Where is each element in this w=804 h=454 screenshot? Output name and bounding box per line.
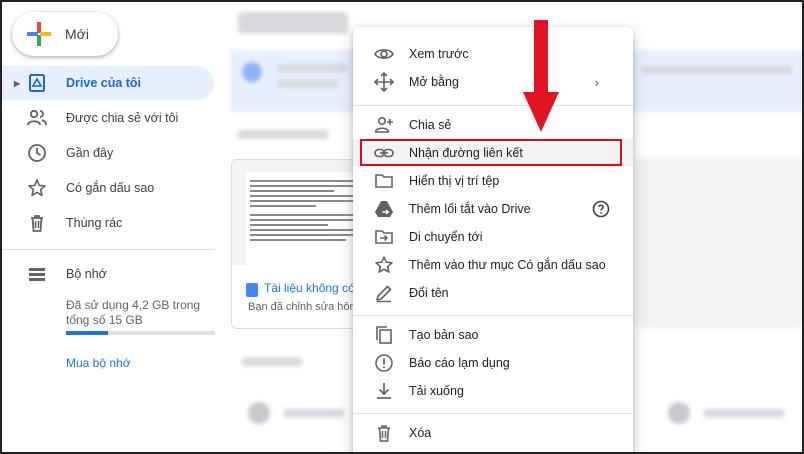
menu-item-show-location[interactable]: Hiển thị vị trí tệp bbox=[353, 167, 633, 195]
menu-item-label: Hiển thị vị trí tệp bbox=[409, 174, 500, 188]
sidebar-item-label: Gần đây bbox=[66, 146, 114, 160]
sidebar-item-label: Drive của tôi bbox=[66, 76, 142, 90]
menu-item-preview[interactable]: Xem trước bbox=[353, 40, 633, 68]
row-icon-blurred bbox=[248, 402, 270, 424]
banner-icon-blurred bbox=[242, 62, 262, 82]
folder-icon bbox=[373, 170, 395, 192]
menu-item-share[interactable]: Chia sẻ bbox=[353, 111, 633, 139]
menu-item-label: Báo cáo lạm dụng bbox=[409, 356, 510, 370]
menu-item-open-with[interactable]: Mở bằng › bbox=[353, 68, 633, 96]
drive-icon bbox=[26, 72, 48, 94]
banner-text-blurred bbox=[278, 80, 338, 88]
menu-item-delete[interactable]: Xóa bbox=[353, 419, 633, 447]
screenshot-frame: Tài liệu không có Bạn đã chỉnh sửa hôm M… bbox=[0, 0, 804, 454]
row-text-blurred bbox=[704, 409, 784, 418]
menu-item-label: Đổi tên bbox=[409, 286, 449, 300]
buy-storage-link[interactable]: Mua bộ nhớ bbox=[66, 356, 131, 370]
file-title: Tài liệu không có bbox=[264, 281, 355, 295]
banner-text-blurred bbox=[642, 66, 792, 74]
storage-progress-bar bbox=[66, 331, 215, 335]
menu-divider bbox=[353, 105, 633, 106]
sidebar-item-storage[interactable]: Bộ nhớ bbox=[2, 257, 214, 291]
sidebar-item-recent[interactable]: Gần đây bbox=[2, 136, 214, 170]
move-arrows-icon bbox=[373, 71, 395, 93]
chevron-right-icon: › bbox=[594, 74, 599, 90]
menu-item-add-to-starred[interactable]: Thêm vào thư mục Có gắn dấu sao bbox=[353, 251, 633, 279]
menu-item-move-to[interactable]: Di chuyển tới bbox=[353, 223, 633, 251]
section-heading-blurred bbox=[242, 357, 302, 366]
new-button[interactable]: Mới bbox=[12, 12, 118, 56]
sidebar-item-label: Bộ nhớ bbox=[66, 267, 107, 281]
menu-item-download[interactable]: Tải xuống bbox=[353, 377, 633, 405]
file-card-blurred bbox=[634, 158, 802, 328]
trash-icon bbox=[26, 212, 48, 234]
menu-item-label: Xem trước bbox=[409, 47, 469, 61]
file-subtitle: Bạn đã chỉnh sửa hôm bbox=[248, 301, 359, 313]
copy-icon bbox=[373, 324, 395, 346]
menu-divider bbox=[353, 413, 633, 414]
download-icon bbox=[373, 380, 395, 402]
move-to-folder-icon bbox=[373, 226, 395, 248]
shared-people-icon bbox=[26, 107, 48, 129]
pencil-icon bbox=[373, 282, 395, 304]
trash-icon bbox=[373, 422, 395, 444]
star-icon bbox=[26, 177, 48, 199]
sidebar-item-shared[interactable]: Được chia sẻ với tôi bbox=[2, 101, 214, 135]
sidebar-item-trash[interactable]: Thùng rác bbox=[2, 206, 214, 240]
menu-item-label: Thêm vào thư mục Có gắn dấu sao bbox=[409, 258, 606, 272]
file-card[interactable]: Tài liệu không có Bạn đã chỉnh sửa hôm bbox=[231, 159, 373, 329]
context-menu: Xem trước Mở bằng › Chia sẻ Nhận đường l… bbox=[353, 27, 633, 452]
clock-icon bbox=[26, 142, 48, 164]
row-text-blurred bbox=[284, 409, 344, 418]
menu-item-label: Di chuyển tới bbox=[409, 230, 483, 244]
banner-text-blurred bbox=[278, 64, 348, 72]
storage-icon bbox=[26, 263, 48, 285]
file-thumbnail bbox=[246, 172, 366, 272]
plus-icon bbox=[26, 21, 52, 47]
file-card-footer: Tài liệu không có Bạn đã chỉnh sửa hôm bbox=[232, 265, 372, 328]
storage-usage-text: Đã sử dụng 4,2 GB trong tổng số 15 GB bbox=[66, 298, 201, 327]
star-icon bbox=[373, 254, 395, 276]
menu-item-make-copy[interactable]: Tạo bản sao bbox=[353, 321, 633, 349]
help-icon[interactable] bbox=[592, 200, 610, 218]
menu-item-label: Tạo bản sao bbox=[409, 328, 479, 342]
menu-item-report-abuse[interactable]: Báo cáo lạm dụng bbox=[353, 349, 633, 377]
sidebar-item-label: Được chia sẻ với tôi bbox=[66, 111, 179, 125]
menu-item-add-shortcut[interactable]: Thêm lối tắt vào Drive bbox=[353, 195, 633, 223]
row-icon-blurred bbox=[668, 402, 690, 424]
sidebar-item-starred[interactable]: Có gắn dấu sao bbox=[2, 171, 214, 205]
sidebar-item-label: Có gắn dấu sao bbox=[66, 181, 155, 195]
menu-item-label: Mở bằng bbox=[409, 75, 459, 89]
menu-item-label: Thêm lối tắt vào Drive bbox=[409, 202, 531, 216]
storage-progress-fill bbox=[66, 331, 108, 335]
menu-item-rename[interactable]: Đổi tên bbox=[353, 279, 633, 307]
expand-caret-icon: ▶ bbox=[14, 78, 21, 88]
eye-icon bbox=[373, 43, 395, 65]
section-heading-blurred bbox=[238, 130, 328, 139]
docs-icon bbox=[246, 283, 258, 297]
sidebar-divider bbox=[2, 249, 214, 250]
menu-item-label: Tải xuống bbox=[409, 384, 464, 398]
page-heading-blurred bbox=[238, 12, 348, 34]
highlight-box bbox=[360, 139, 622, 166]
menu-item-label: Chia sẻ bbox=[409, 118, 452, 132]
menu-divider bbox=[353, 315, 633, 316]
menu-item-label: Xóa bbox=[409, 426, 432, 440]
red-arrow-annotation bbox=[523, 20, 559, 132]
report-icon bbox=[373, 352, 395, 374]
sidebar-item-label: Thùng rác bbox=[66, 216, 123, 230]
sidebar-item-my-drive[interactable]: ▶ Drive của tôi bbox=[2, 66, 214, 100]
new-button-label: Mới bbox=[65, 26, 89, 42]
drive-shortcut-icon bbox=[373, 198, 395, 220]
add-person-icon bbox=[373, 114, 395, 136]
